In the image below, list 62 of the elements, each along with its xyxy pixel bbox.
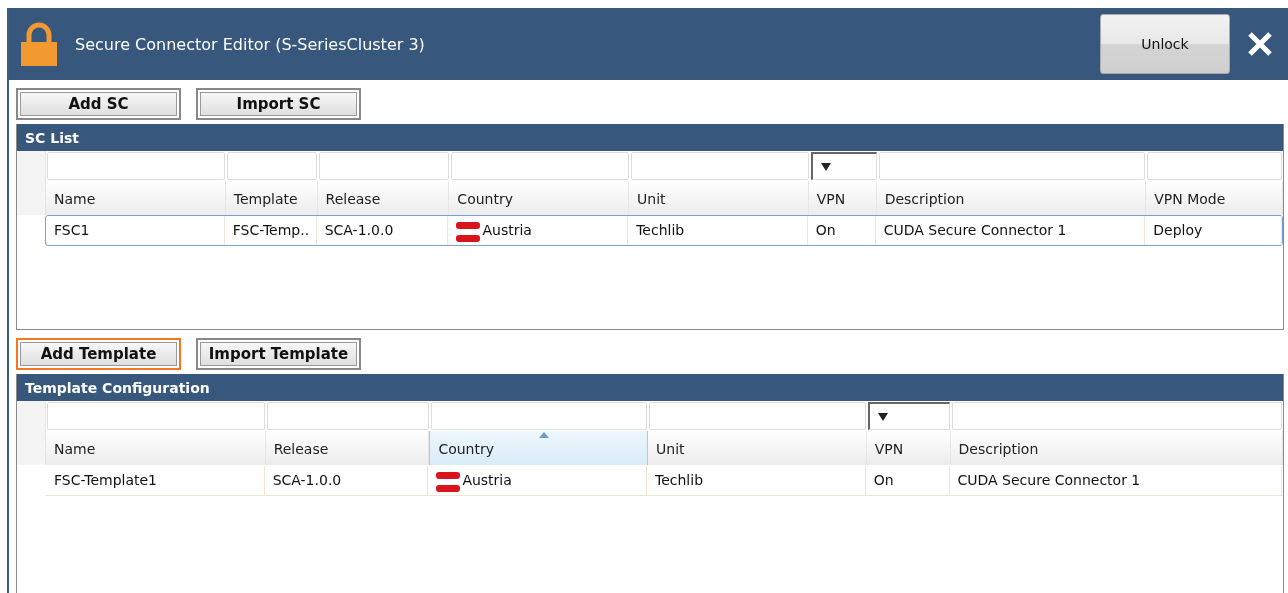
table-row[interactable]: FSC-Template1 SCA-1.0.0 Austria Techlib On CUDA Secure Connector 1: [45, 465, 1283, 496]
table-cell: SCA-1.0.0: [316, 216, 449, 245]
column-header[interactable]: VPN Mode: [1146, 181, 1283, 215]
dropdown-arrow-icon: [877, 412, 888, 421]
filter-field[interactable]: [1147, 152, 1282, 180]
column-header[interactable]: Name: [46, 431, 266, 465]
table-cell: Austria: [448, 216, 629, 245]
panel-title: SC List: [17, 124, 1283, 151]
column-header[interactable]: Description: [876, 181, 1147, 215]
table-cell: CUDA Secure Connector 1: [875, 216, 1146, 245]
table-cell: On: [865, 466, 950, 495]
filter-field[interactable]: [649, 402, 866, 430]
toolbar-button[interactable]: Import Template: [196, 338, 361, 370]
filter-field[interactable]: [319, 152, 449, 180]
flag-icon: [456, 222, 481, 242]
flag-icon: [436, 472, 461, 492]
toolbar-button[interactable]: Add Template: [16, 338, 181, 370]
window-title: Secure Connector Editor (S-SeriesCluster 3): [75, 34, 426, 54]
filter-dropdown[interactable]: [811, 152, 877, 180]
row-header-corner: [17, 431, 46, 465]
filter-field[interactable]: [47, 402, 265, 430]
toolbar-button[interactable]: Add SC: [16, 88, 181, 120]
table-cell: Techlib: [628, 216, 808, 245]
column-header[interactable]: Name: [46, 181, 226, 215]
filter-field[interactable]: [430, 402, 648, 430]
unlock-button[interactable]: Unlock: [1100, 14, 1230, 74]
column-header[interactable]: Release: [265, 431, 430, 465]
column-header[interactable]: Country: [449, 181, 630, 215]
padlock-icon: [21, 22, 57, 66]
dropdown-arrow-icon: [821, 162, 831, 171]
column-header[interactable]: Country: [429, 431, 648, 465]
table-cell: Deploy: [1145, 216, 1282, 245]
sort-ascending-icon: [538, 432, 549, 438]
toolbar-button[interactable]: Import SC: [196, 88, 361, 120]
table-cell: On: [807, 216, 876, 245]
column-header[interactable]: Description: [950, 431, 1283, 465]
table-cell: FSC-Template1: [46, 466, 265, 495]
filter-field[interactable]: [451, 152, 629, 180]
table-row[interactable]: FSC1 FSC-Temp.. SCA-1.0.0 Austria Techlib On CUDA Secure Connector 1 Deploy: [45, 215, 1283, 246]
row-header-corner: [17, 401, 46, 431]
column-header[interactable]: Unit: [629, 181, 809, 215]
column-header[interactable]: Release: [317, 181, 450, 215]
table-cell: FSC-Temp..: [224, 216, 317, 245]
panel-title: Template Configuration: [17, 374, 1283, 401]
row-header-corner: [17, 181, 46, 215]
column-header[interactable]: Template: [225, 181, 318, 215]
filter-field[interactable]: [47, 152, 225, 180]
filter-dropdown[interactable]: [867, 402, 950, 430]
column-header[interactable]: VPN: [866, 431, 951, 465]
column-header[interactable]: Unit: [648, 431, 867, 465]
column-header[interactable]: VPN: [808, 181, 877, 215]
filter-field[interactable]: [631, 152, 809, 180]
table-cell: Austria: [428, 466, 647, 495]
filter-field[interactable]: [878, 152, 1145, 180]
table-cell: Techlib: [647, 466, 866, 495]
table-cell: CUDA Secure Connector 1: [949, 466, 1282, 495]
filter-field[interactable]: [951, 402, 1282, 430]
filter-field[interactable]: [227, 152, 317, 180]
filter-field[interactable]: [266, 402, 429, 430]
table-cell: SCA-1.0.0: [264, 466, 429, 495]
row-header-corner: [17, 151, 46, 181]
table-cell: FSC1: [46, 216, 225, 245]
